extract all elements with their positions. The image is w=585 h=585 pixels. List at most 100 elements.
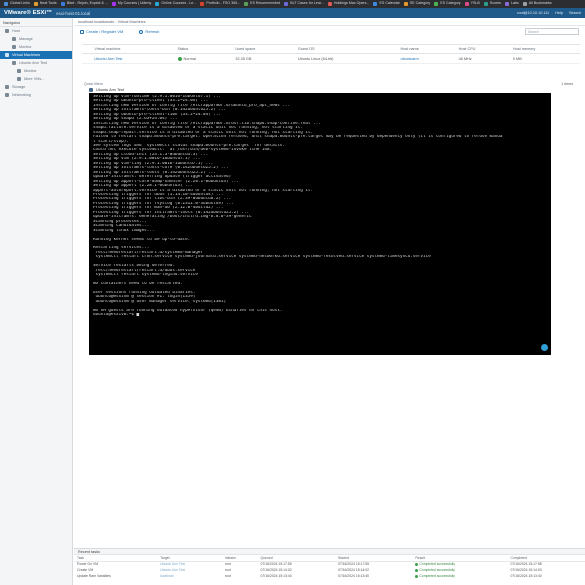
nav-item-manage[interactable]: Manage	[0, 35, 72, 43]
tasks-table: Task Target Initiator Queued Started Result Co…	[74, 555, 585, 579]
bookmark-item[interactable]: Neat Tools	[33, 1, 57, 6]
bookmark-item[interactable]: All Bookmarks	[522, 1, 552, 6]
console-line: Failed to restart snapd.mounts-pre.targe…	[93, 135, 503, 140]
bookmark-label: Online Courses - Le...	[161, 1, 197, 6]
nav-item-more-vms-[interactable]: More VMs...	[0, 75, 72, 83]
task-cell-result: Completed successfully	[412, 573, 507, 579]
bookmark-favicon-icon	[200, 2, 205, 6]
vm-column-header[interactable]: Virtual machine	[92, 44, 176, 54]
select-all-checkbox[interactable]	[82, 44, 93, 54]
task-success-icon	[415, 562, 419, 566]
bookmark-item[interactable]: Bitwi - Rejoin, Exploit & ...	[60, 2, 108, 6]
nav-item-label: More VMs...	[24, 77, 45, 81]
bookmark-label: Global Links	[10, 1, 30, 6]
task-result-text: Completed successfully	[419, 562, 455, 567]
bookmark-favicon-icon	[155, 2, 160, 6]
task-result-text: Completed successfully	[419, 574, 455, 578]
bookmark-item[interactable]: Online Courses - Le...	[155, 2, 196, 6]
bookmark-item[interactable]: Scores	[483, 1, 501, 6]
bookmark-item[interactable]: My Courses | Udemy	[111, 2, 151, 6]
bookmark-item[interactable]: Labs	[504, 1, 519, 6]
bookmark-favicon-icon	[373, 2, 378, 6]
task-result-text: Completed successfully	[419, 568, 455, 572]
bookmark-label: Neat Tools	[39, 1, 57, 6]
nav-item-label: Monitor	[19, 45, 32, 49]
bookmark-item[interactable]: YSLB	[464, 1, 480, 6]
nav-item-icon	[12, 37, 16, 41]
vm-cell-used: 32.35 GB	[233, 53, 296, 64]
nav-item-ubuntu-arm-test[interactable]: Ubuntu Arm Test	[0, 59, 72, 67]
esxi-header: VMware® ESXi™ esxi-host-01.local root@10…	[0, 8, 585, 18]
vm-column-header[interactable]: Used space	[233, 44, 296, 54]
bookmark-label: All Bookmarks	[528, 1, 552, 6]
user-menu[interactable]: root@10.10.10.111	[517, 11, 549, 15]
nav-item-label: Networking	[12, 93, 31, 97]
create-vm-icon	[80, 29, 84, 34]
bookmarks-bar: Global Links Neat Tools Bitwi - Rejoin, Ex…	[0, 0, 585, 8]
vm-row-checkbox[interactable]	[82, 53, 93, 64]
bookmark-favicon-icon	[464, 2, 469, 6]
bookmark-label: BLT Cases for Lear...	[290, 1, 324, 6]
bookmark-item[interactable]: SE Category	[403, 2, 430, 6]
bookmark-item[interactable]: Holdings Mac Opers...	[327, 2, 369, 6]
nav-item-virtual-machines[interactable]: Virtual Machines	[0, 51, 72, 59]
nav-item-icon	[5, 93, 9, 97]
vm-table: Virtual machine Status Used space Guest OS H…	[82, 44, 580, 64]
task-cell-completed: 07/16/2024 15:13:40	[510, 574, 542, 578]
task-cell-queued: 07/16/2024 15:13:40	[260, 574, 292, 578]
bookmark-label: Labs	[510, 1, 519, 6]
vm-search-input[interactable]: Search	[525, 28, 579, 35]
nav-item-label: Manage	[19, 37, 33, 41]
vm-column-header[interactable]: Host memory	[510, 44, 580, 54]
refresh-button[interactable]: Refresh	[139, 29, 159, 34]
nav-item-icon	[17, 69, 21, 73]
vm-cell-mem: 0 MB	[510, 53, 580, 64]
bookmark-item[interactable]: ES Category	[434, 1, 461, 6]
bookmark-label: ES Calendar	[379, 1, 400, 6]
nav-item-monitor[interactable]: Monitor	[0, 67, 72, 75]
nav-item-label: Storage	[12, 85, 26, 89]
items-count: 1 items	[561, 82, 573, 86]
vm-cell-host: ubuntuarm	[398, 53, 457, 64]
help-menu[interactable]: Help	[555, 11, 563, 15]
bookmark-item[interactable]: ES Recommended	[244, 2, 280, 6]
navigator-panel: Navigator Host Manage Monitor Virtual Machi…	[0, 18, 73, 585]
vm-row[interactable]: Ubuntu Arm Test Normal 32.35 GB Ubuntu Linu…	[82, 53, 580, 64]
vm-column-header[interactable]: Host name	[398, 44, 457, 54]
vmware-esxi-logo: VMware® ESXi™	[4, 10, 53, 16]
bookmark-label: ES Recommended	[250, 1, 281, 6]
vm-cell-name[interactable]: Ubuntu Arm Test	[92, 53, 176, 64]
vm-column-header[interactable]: Guest OS	[295, 44, 399, 54]
header-search[interactable]: Search	[569, 11, 581, 15]
nav-item-icon	[5, 29, 9, 33]
bookmark-label: Scores	[489, 1, 501, 6]
console-line: ubuntu@esxivm:~$ █	[93, 313, 140, 318]
recent-tasks-panel: Recent tasks Task Target Initiator Queued St…	[74, 548, 585, 585]
nav-item-storage[interactable]: Storage	[0, 83, 72, 91]
bookmark-item[interactable]: Portfolio - FSO 365...	[200, 2, 240, 6]
bookmark-label: ES Category	[440, 1, 461, 6]
vm-console-icon	[89, 87, 93, 92]
console-action-button[interactable]	[541, 344, 548, 351]
vm-column-header[interactable]: Status	[175, 44, 234, 54]
task-cell-target[interactable]: localhost	[157, 573, 222, 579]
bookmark-label: YSLB	[470, 1, 480, 6]
create-register-vm-button[interactable]: Create / Register VM	[80, 29, 123, 34]
nav-item-label: Ubuntu Arm Test	[19, 61, 47, 65]
nav-item-networking[interactable]: Networking	[0, 91, 72, 99]
nav-item-label: Host	[12, 29, 20, 33]
vm-cell-cpu: 46 MHz	[456, 53, 511, 64]
nav-item-host[interactable]: Host	[0, 27, 72, 35]
bookmark-item[interactable]: Global Links	[4, 2, 30, 6]
nav-item-monitor[interactable]: Monitor	[0, 43, 72, 51]
vm-cell-os: Ubuntu Linux (64-bit)	[295, 53, 399, 64]
toolbar: Create / Register VM Refresh Search	[74, 26, 585, 37]
console-title: Ubuntu Arm Test	[96, 87, 124, 92]
bookmark-item[interactable]: ES Calendar	[373, 1, 400, 6]
task-cell-task: Update Ram Variables	[77, 574, 111, 578]
vm-column-header[interactable]: Host CPU	[456, 44, 511, 54]
refresh-label: Refresh	[145, 29, 160, 34]
bookmark-item[interactable]: BLT Cases for Lear...	[284, 2, 324, 6]
vm-console[interactable]: Setting up vim-runtime (2:9.1.0016-1ubun…	[89, 93, 551, 355]
status-ok-icon	[177, 56, 182, 61]
